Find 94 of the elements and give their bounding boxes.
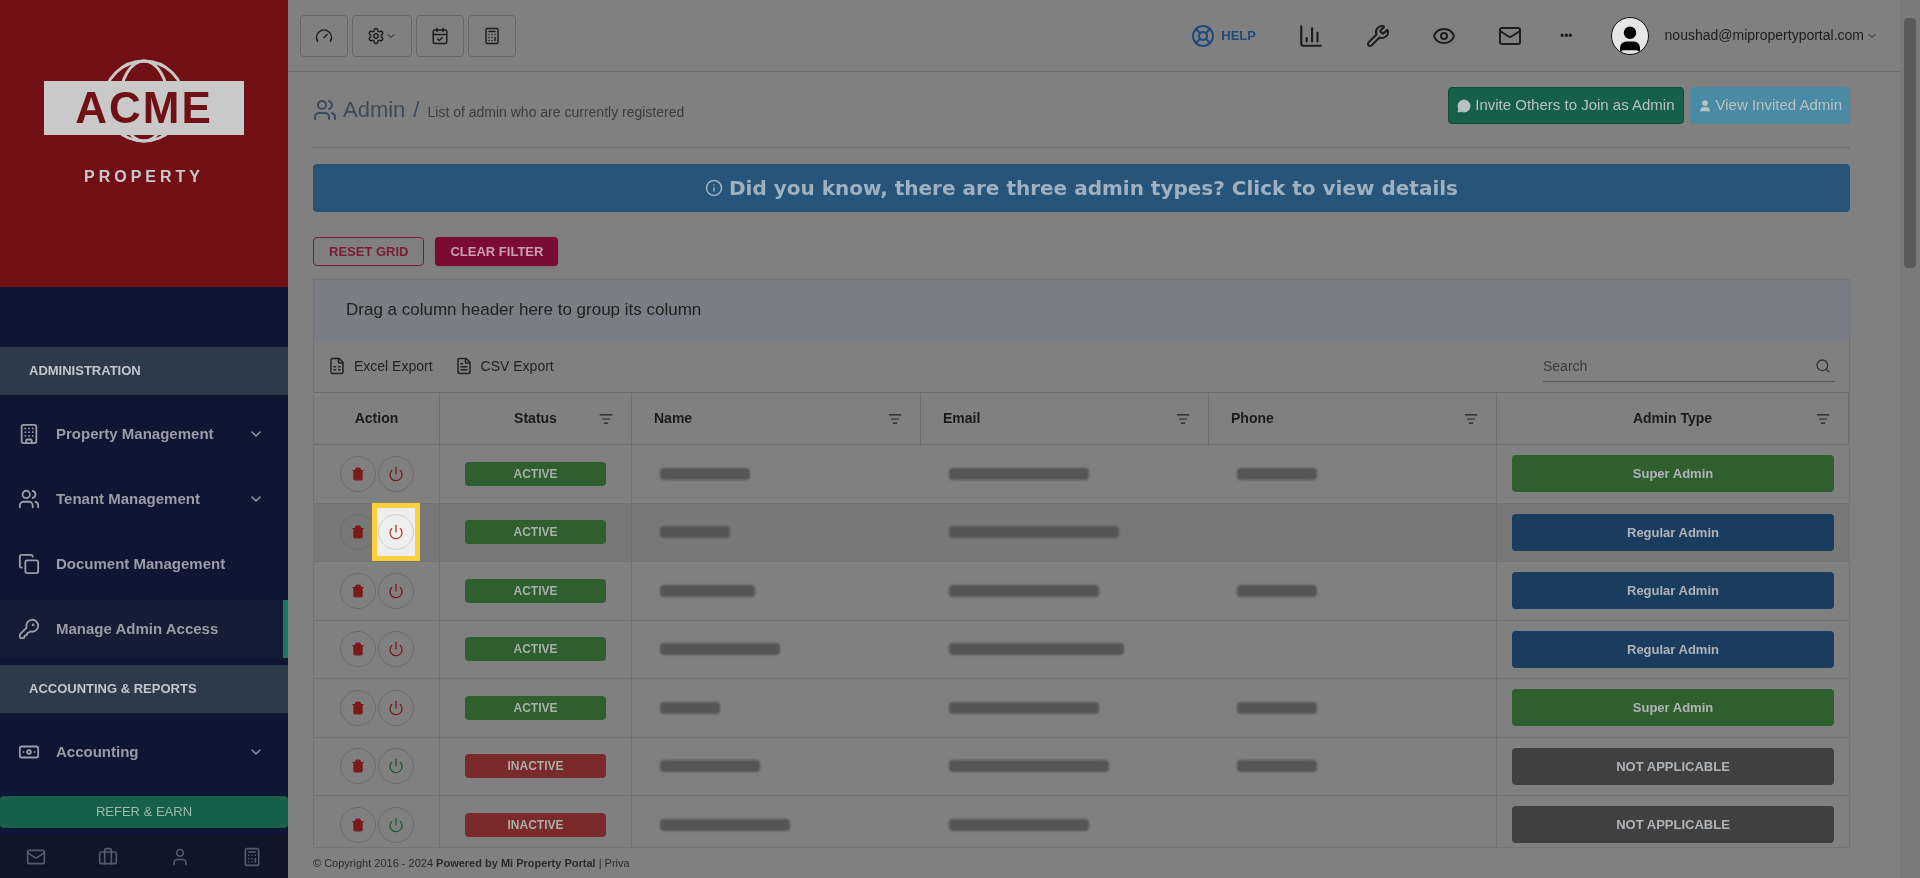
refer-earn-button[interactable]: REFER & EARN [0, 796, 288, 828]
trash-icon [350, 817, 365, 832]
scrollbar[interactable] [1900, 0, 1920, 878]
toolbar-icon [431, 26, 449, 45]
toolbar-button[interactable] [352, 14, 412, 57]
toolbar-icon [483, 26, 501, 45]
csv-export-button[interactable]: CSV Export [454, 355, 554, 377]
menu-item-icon [18, 423, 40, 445]
sidebar-section-header: ACCOUNTING & REPORTS [0, 665, 288, 713]
user-icon [1697, 98, 1712, 113]
admin-type-badge: Super Admin [1512, 689, 1834, 727]
reset-grid-button[interactable]: RESET GRID [313, 237, 425, 266]
invite-admin-button[interactable]: Invite Others to Join as Admin [1448, 87, 1684, 124]
trash-icon [350, 700, 365, 715]
trash-icon [350, 642, 365, 657]
mail-icon[interactable] [26, 847, 46, 867]
bar-chart-icon[interactable] [1297, 22, 1324, 49]
page-title: Admin [343, 96, 406, 124]
trash-icon [350, 525, 365, 540]
chat-icon [1457, 98, 1472, 113]
table-row[interactable]: ACTIVE Super Admin [314, 445, 1849, 504]
admin-type-badge: NOT APPLICABLE [1512, 806, 1834, 844]
sidebar-item[interactable]: Property Management [0, 405, 288, 463]
csv-file-icon [454, 357, 473, 375]
filter-icon[interactable] [888, 411, 902, 426]
column-header[interactable]: Admin Type [1497, 393, 1849, 444]
column-header[interactable]: Phone [1209, 393, 1497, 444]
sidebar-item[interactable]: Document Management [0, 535, 288, 593]
toolbar-icon [315, 26, 333, 45]
logo-subtitle: PROPERTY [84, 166, 204, 187]
users-icon [313, 97, 337, 122]
filter-icon[interactable] [599, 411, 613, 426]
toolbar-icon [367, 26, 385, 45]
info-icon [705, 179, 723, 197]
breadcrumb-separator: / [413, 96, 420, 124]
sidebar-item[interactable]: Accounting [0, 723, 288, 781]
wrench-icon[interactable] [1365, 23, 1390, 48]
status-badge: INACTIVE [465, 812, 606, 837]
admin-type-badge: Regular Admin [1512, 572, 1834, 610]
table-row[interactable]: INACTIVE NOT APPLICABLE [314, 796, 1849, 847]
toolbar-button[interactable] [468, 14, 516, 57]
trash-icon [350, 466, 365, 481]
group-panel: Drag a column header here to group its column [314, 280, 1849, 340]
filter-icon[interactable] [1816, 411, 1830, 426]
status-badge: ACTIVE [465, 695, 606, 720]
info-banner[interactable]: Did you know, there are three admin types? Click to view details [313, 164, 1850, 212]
table-row[interactable]: INACTIVE NOT APPLICABLE [314, 737, 1849, 796]
admin-type-badge: Regular Admin [1512, 513, 1834, 551]
table-row[interactable]: ACTIVE Regular Admin [314, 562, 1849, 621]
sidebar-section-header: ADMINISTRATION [0, 347, 288, 395]
filter-icon[interactable] [1176, 411, 1190, 426]
avatar-icon[interactable] [1610, 16, 1649, 55]
status-badge: ACTIVE [465, 520, 606, 545]
toolbar-button[interactable] [416, 14, 464, 57]
table-row[interactable]: ACTIVE Super Admin [314, 679, 1849, 738]
copyright-text: © Copyright 2016 - 2024 Powered by Mi Property Portal | Priva [313, 855, 630, 871]
menu-item-icon [18, 553, 40, 575]
trash-icon [350, 583, 365, 598]
redacted-text [660, 526, 730, 539]
trash-icon [350, 759, 365, 774]
search-field[interactable]: Search [1543, 350, 1835, 382]
sidebar-item[interactable]: Tenant Management [0, 470, 288, 528]
menu-item-icon [18, 618, 40, 640]
user-menu[interactable]: noushad@mipropertyportal.com [1664, 25, 1878, 46]
excel-export-button[interactable]: Excel Export [328, 355, 433, 377]
toolbar-button[interactable] [300, 14, 348, 57]
help-link[interactable]: HELP [1191, 23, 1256, 48]
excel-file-icon [328, 357, 346, 375]
column-header[interactable]: Status [440, 393, 632, 444]
table-row[interactable]: ACTIVE Regular Admin [314, 620, 1849, 679]
search-icon [1815, 358, 1831, 374]
user-icon[interactable] [170, 847, 190, 867]
filter-icon[interactable] [1464, 411, 1478, 426]
status-badge: INACTIVE [465, 754, 606, 779]
table-row[interactable]: ACTIVE Regular Admin [314, 503, 1849, 562]
column-header[interactable]: Email [921, 393, 1209, 444]
status-badge: ACTIVE [465, 461, 606, 486]
admin-type-badge: NOT APPLICABLE [1512, 747, 1834, 785]
clear-filter-button[interactable]: CLEAR FILTER [435, 237, 559, 266]
sidebar-item[interactable]: Manage Admin Access [0, 600, 288, 658]
column-header[interactable]: Action [314, 393, 440, 444]
status-badge: ACTIVE [465, 578, 606, 603]
page-subtitle: List of admin who are currently registered [427, 103, 685, 122]
lifebuoy-icon [1191, 23, 1216, 48]
column-header[interactable]: Name [632, 393, 921, 444]
menu-item-icon [18, 488, 40, 510]
calculator-icon[interactable] [242, 847, 262, 867]
redacted-text [660, 701, 720, 714]
more-menu[interactable]: ••• [1559, 26, 1573, 45]
status-badge: ACTIVE [465, 637, 606, 662]
logo-wordmark: ACME [75, 85, 213, 130]
admin-type-badge: Regular Admin [1512, 630, 1834, 668]
briefcase-icon[interactable] [98, 847, 118, 867]
admin-type-badge: Super Admin [1512, 455, 1834, 493]
